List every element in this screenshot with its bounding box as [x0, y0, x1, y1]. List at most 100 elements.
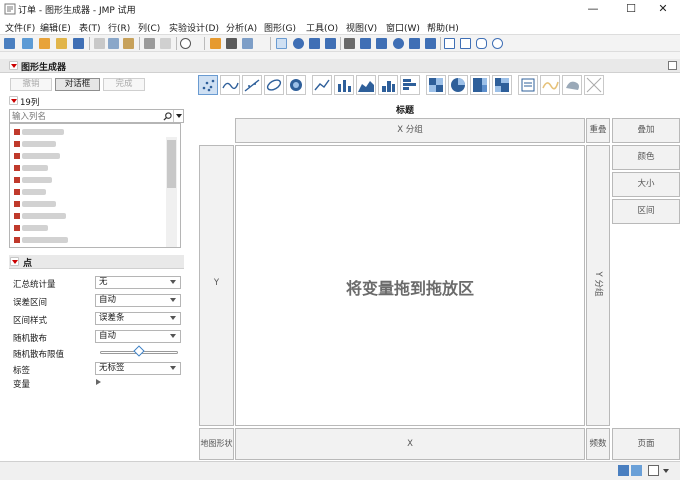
brush-tool-icon[interactable] [360, 38, 371, 49]
maximize-button[interactable]: ☐ [614, 0, 648, 18]
menu-tools[interactable]: 工具(O) [306, 21, 338, 34]
help-tool-icon[interactable] [293, 38, 304, 49]
points-element-icon[interactable] [198, 75, 218, 95]
ellipse-tool-icon[interactable] [492, 38, 503, 49]
role-color-zone[interactable]: 颜色 [612, 145, 680, 170]
undo-button[interactable]: 撤销 [10, 78, 52, 91]
menu-analyze[interactable]: 分析(A) [226, 21, 257, 34]
histogram-element-icon[interactable] [400, 75, 420, 95]
interval-style-select[interactable]: 误差条 [95, 312, 181, 325]
minimize-button[interactable]: — [576, 0, 610, 18]
hand-tool-icon[interactable] [344, 38, 355, 49]
search-icon[interactable] [180, 38, 191, 49]
copy-icon[interactable] [108, 38, 119, 49]
map-shapes-element-icon[interactable] [540, 75, 560, 95]
save-icon[interactable] [73, 38, 84, 49]
error-interval-select[interactable]: 自动 [95, 294, 181, 307]
line-of-fit-element-icon[interactable] [242, 75, 262, 95]
column-list[interactable] [9, 123, 181, 248]
bar-element-icon[interactable] [334, 75, 354, 95]
table-window-icon[interactable] [631, 465, 642, 476]
column-search-field[interactable] [9, 109, 184, 123]
label-select[interactable]: 无标签 [95, 362, 181, 375]
window-list-icon[interactable] [226, 38, 237, 49]
page-zone[interactable]: 页面 [612, 428, 680, 460]
menu-help[interactable]: 帮助(H) [427, 21, 459, 34]
points-menu-icon[interactable] [10, 257, 19, 266]
area-element-icon[interactable] [356, 75, 376, 95]
y-group-zone[interactable]: Y 分组 [586, 145, 610, 426]
annotate-tool-icon[interactable] [444, 38, 455, 49]
map-shape-zone[interactable]: 地图形状 [199, 428, 234, 460]
menu-cols[interactable]: 列(C) [138, 21, 160, 34]
smoother-element-icon[interactable] [220, 75, 240, 95]
summary-stat-select[interactable]: 无 [95, 276, 181, 289]
menu-table[interactable]: 表(T) [79, 21, 101, 34]
scrollbar-thumb[interactable] [167, 140, 176, 188]
ellipse-element-icon[interactable] [264, 75, 284, 95]
open-folder-icon[interactable] [56, 38, 67, 49]
panel-toggle-icon[interactable] [668, 61, 677, 70]
mosaic-element-icon[interactable] [492, 75, 512, 95]
overlay-zone[interactable]: 重叠 [586, 118, 610, 143]
tile-windows-icon[interactable] [242, 38, 253, 49]
menu-rows[interactable]: 行(R) [108, 21, 130, 34]
search-icon[interactable] [163, 112, 172, 121]
home-window-icon[interactable] [210, 38, 221, 49]
crosshairs-icon[interactable] [409, 38, 420, 49]
polygon-tool-icon[interactable] [476, 38, 487, 49]
caption-element-icon[interactable] [562, 75, 582, 95]
caption-box-element-icon[interactable] [378, 75, 398, 95]
close-button[interactable]: ✕ [646, 0, 680, 18]
freq-zone[interactable]: 频数 [586, 428, 610, 460]
formula-element-icon[interactable] [518, 75, 538, 95]
heatmap-element-icon[interactable] [426, 75, 446, 95]
simple-shape-icon[interactable] [460, 38, 471, 49]
menu-view[interactable]: 视图(V) [346, 21, 377, 34]
role-size-zone[interactable]: 大小 [612, 172, 680, 197]
red-triangle-menu-icon[interactable] [9, 61, 18, 70]
menu-window[interactable]: 窗口(W) [386, 21, 420, 34]
dialog-button[interactable]: 对话框 [55, 78, 100, 91]
menu-doe[interactable]: 实验设计(D) [169, 21, 219, 34]
parallel-plot-element-icon[interactable] [584, 75, 604, 95]
script-window-icon[interactable] [144, 38, 155, 49]
line-element-icon[interactable] [312, 75, 332, 95]
cut-icon[interactable] [94, 38, 105, 49]
expand-triangle-icon[interactable] [96, 379, 101, 385]
menu-file[interactable]: 文件(F) [5, 21, 35, 34]
search-options-dropdown[interactable] [173, 110, 183, 122]
x-group-zone[interactable]: X 分组 [235, 118, 585, 143]
pie-element-icon[interactable] [448, 75, 468, 95]
column-search-input[interactable] [12, 111, 157, 122]
arrow-tool-icon[interactable] [276, 38, 287, 49]
y-zone[interactable]: Y [199, 145, 234, 426]
chevron-down-icon[interactable] [663, 469, 669, 473]
column-type-icon [14, 165, 20, 171]
role-interval-zone[interactable]: 区间 [612, 199, 680, 224]
role-overlay-zone[interactable]: 叠加 [612, 118, 680, 143]
menu-graph[interactable]: 图形(G) [264, 21, 296, 34]
journal-icon[interactable] [160, 38, 171, 49]
columns-menu-icon[interactable] [9, 96, 18, 105]
crosshair-tool-icon[interactable] [325, 38, 336, 49]
selection-tool-icon[interactable] [309, 38, 320, 49]
treemap-element-icon[interactable] [470, 75, 490, 95]
overlay-label: 重叠 [589, 125, 607, 135]
menu-edit[interactable]: 编辑(E) [40, 21, 71, 34]
contour-element-icon[interactable] [286, 75, 306, 95]
magnifier-tool-icon[interactable] [393, 38, 404, 49]
line-tool-icon[interactable] [425, 38, 436, 49]
home-icon[interactable] [618, 465, 629, 476]
new-script-icon[interactable] [22, 38, 33, 49]
lasso-tool-icon[interactable] [376, 38, 387, 49]
paste-icon[interactable] [123, 38, 134, 49]
new-project-icon[interactable] [39, 38, 50, 49]
done-button[interactable]: 完成 [103, 78, 145, 91]
new-data-table-icon[interactable] [4, 38, 15, 49]
jitter-select[interactable]: 自动 [95, 330, 181, 343]
graph-title[interactable]: 标题 [380, 103, 430, 116]
x-zone[interactable]: X [235, 428, 585, 460]
window-toggle-icon[interactable] [648, 465, 659, 476]
jitter-limit-slider-thumb[interactable] [133, 345, 145, 357]
